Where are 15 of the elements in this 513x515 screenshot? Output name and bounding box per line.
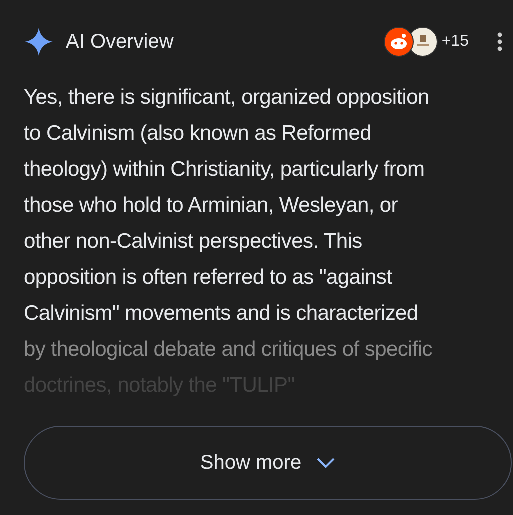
chevron-down-icon — [316, 457, 336, 469]
overview-text-line: by theological debate and critiques of specific — [24, 337, 432, 363]
more-options-icon[interactable] — [497, 32, 503, 52]
overview-text-line: Yes, there is significant, organized opposition — [24, 85, 430, 111]
show-more-button[interactable]: Show more — [24, 426, 512, 500]
source-count: +15 — [442, 33, 469, 51]
overview-text-line: to Calvinism (also known as Reformed — [24, 121, 372, 147]
overview-text-line: Calvinism" movements and is characterized — [24, 301, 418, 327]
sparkle-icon — [24, 27, 54, 57]
overview-title: AI Overview — [66, 30, 175, 54]
overview-text-line: other non-Calvinist perspectives. This — [24, 229, 362, 255]
source-avatar[interactable] — [384, 27, 414, 57]
overview-text-line: those who hold to Arminian, Wesleyan, or — [24, 193, 398, 219]
overview-text-line: opposition is often referred to as "against — [24, 265, 392, 291]
overview-text-line: theology) within Christianity, particularly from — [24, 157, 425, 183]
